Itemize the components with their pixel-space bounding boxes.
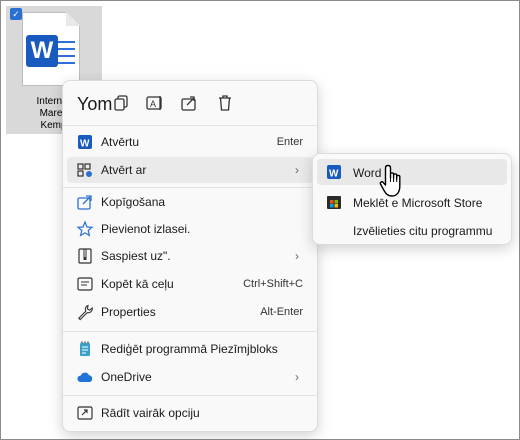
menu-item-copy-path[interactable]: Kopēt kā ceļu Ctrl+Shift+C [67, 271, 313, 297]
menu-item-label: Atvērt ar [101, 163, 147, 177]
delete-icon[interactable] [213, 91, 237, 115]
notepad-icon [76, 340, 94, 358]
store-icon [326, 194, 342, 210]
menu-item-onedrive[interactable]: OneDrive › [67, 364, 313, 390]
share-icon[interactable] [177, 91, 201, 115]
star-icon [76, 220, 94, 238]
menu-toolbar: Yom A [63, 87, 317, 119]
svg-text:W: W [329, 169, 339, 180]
wrench-icon [76, 303, 94, 321]
copy-icon[interactable] [109, 91, 133, 115]
menu-item-more-options[interactable]: Rādīt vairāk opciju [67, 400, 313, 426]
menu-item-label: Pievienot izlasei. [101, 222, 191, 236]
submenu-item-label: Izvēlieties citu programmu [353, 224, 493, 238]
submenu-item-label: Meklēt e Microsoft Store [353, 196, 483, 210]
chevron-right-icon: › [295, 163, 299, 177]
submenu-item-store[interactable]: Meklēt e Microsoft Store [317, 189, 507, 215]
menu-item-properties[interactable]: Properties Alt-Enter [67, 299, 313, 325]
chevron-right-icon: › [295, 249, 299, 263]
menu-item-label: Kopēt kā ceļu [101, 277, 174, 291]
menu-item-label: Properties [101, 305, 156, 319]
cloud-icon [76, 368, 94, 386]
menu-item-open-with[interactable]: Atvērt ar › [67, 157, 313, 183]
submenu-item-word[interactable]: W Word [317, 159, 507, 185]
svg-text:A: A [150, 99, 156, 109]
zip-icon [76, 247, 94, 265]
open-with-icon [76, 161, 94, 179]
menu-item-favorites[interactable]: Pievienot izlasei. [67, 216, 313, 242]
menu-item-notepad[interactable]: Rediģēt programmā Piezīmjbloks [67, 336, 313, 362]
menu-separator [63, 395, 317, 396]
menu-item-label: Rediģēt programmā Piezīmjbloks [101, 342, 278, 356]
menu-item-share[interactable]: Kopīgošana [67, 189, 313, 215]
menu-item-label: Rādīt vairāk opciju [101, 406, 200, 420]
menu-item-label: OneDrive [101, 370, 152, 384]
menu-separator [63, 187, 317, 188]
shortcut-label: Ctrl+Shift+C [243, 278, 303, 290]
menu-item-compress[interactable]: Saspiest uz". › [67, 243, 313, 269]
hand-cursor-icon [379, 164, 401, 197]
context-menu: Yom A W Atvērtu Enter Atvērt ar › Kopīgo… [62, 80, 318, 432]
selected-checkbox[interactable]: ✓ [10, 8, 22, 20]
chevron-right-icon: › [295, 370, 299, 384]
word-badge: W [26, 35, 58, 67]
more-options-icon [76, 404, 94, 422]
svg-text:W: W [80, 139, 90, 150]
menu-item-label: Saspiest uz". [101, 249, 171, 263]
open-with-submenu: W Word Meklēt e Microsoft Store Izvēliet… [312, 153, 512, 245]
submenu-item-choose-app[interactable]: Izvēlieties citu programmu [317, 217, 507, 243]
share-icon [76, 193, 94, 211]
shortcut-label: Enter [276, 136, 303, 148]
menu-separator [63, 125, 317, 126]
word-document-icon: W [22, 12, 80, 86]
menu-separator [63, 331, 317, 332]
word-icon: W [326, 164, 342, 180]
word-icon: W [76, 133, 94, 151]
path-icon [76, 275, 94, 293]
toolbar-text: Yom [77, 94, 113, 114]
menu-item-label: Atvērtu [101, 135, 140, 149]
menu-item-open[interactable]: W Atvērtu Enter [67, 129, 313, 155]
shortcut-label: Alt-Enter [260, 306, 303, 318]
rename-icon[interactable]: A [143, 91, 167, 115]
menu-item-label: Kopīgošana [101, 195, 166, 209]
